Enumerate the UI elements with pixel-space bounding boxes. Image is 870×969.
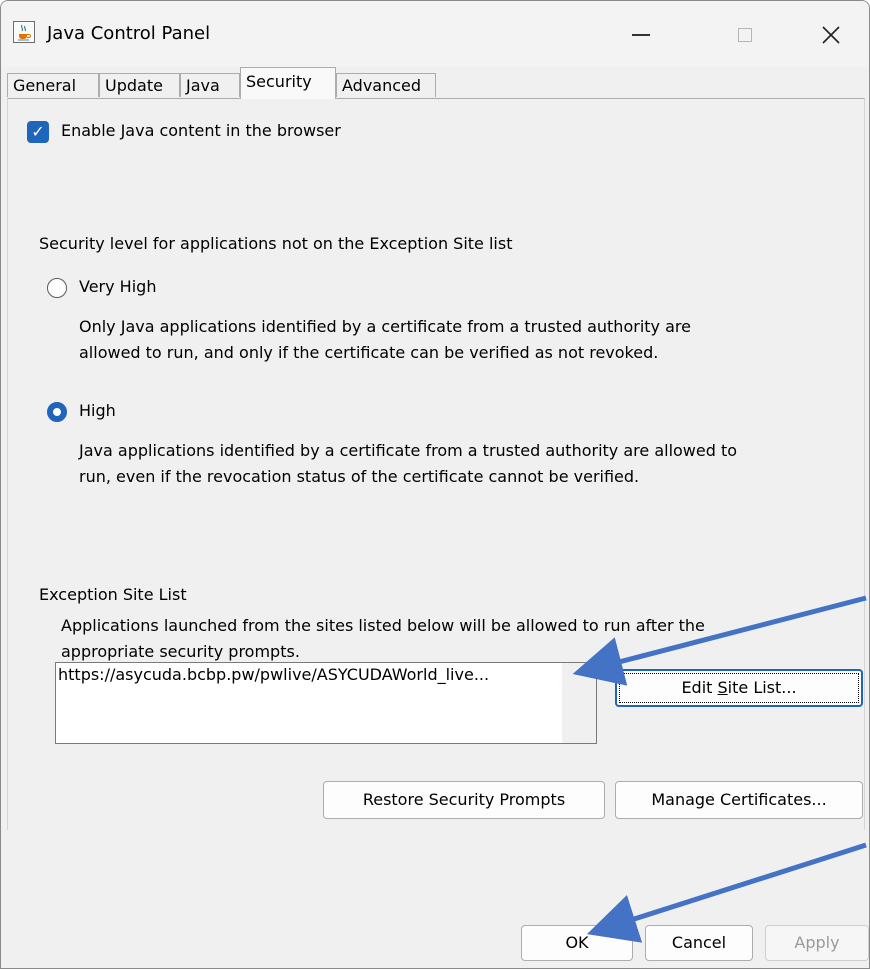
exception-site-list-heading: Exception Site List bbox=[39, 585, 187, 604]
apply-button[interactable]: Apply bbox=[765, 925, 869, 961]
minimize-button[interactable] bbox=[611, 13, 671, 57]
maximize-button[interactable] bbox=[715, 13, 775, 57]
tab-label: General bbox=[13, 76, 77, 95]
high-radio[interactable] bbox=[47, 402, 67, 422]
button-label: Manage Certificates... bbox=[651, 790, 827, 809]
tab-update[interactable]: Update bbox=[99, 73, 180, 97]
description-line: Only Java applications identified by a c… bbox=[79, 317, 691, 336]
tab-general[interactable]: General bbox=[7, 73, 99, 97]
ok-button[interactable]: OK bbox=[521, 925, 633, 961]
button-label: Cancel bbox=[671, 933, 727, 952]
tab-security[interactable]: Security bbox=[240, 67, 336, 99]
list-item[interactable]: https://asycuda.bcbp.pw/pwlive/ASYCUDAWo… bbox=[58, 665, 489, 684]
very-high-radio[interactable] bbox=[47, 278, 67, 298]
button-label: Apply bbox=[794, 933, 840, 952]
edit-site-list-label: Edit Site List... bbox=[619, 673, 859, 703]
description-line: Java applications identified by a certif… bbox=[79, 441, 738, 460]
button-label: OK bbox=[565, 933, 589, 952]
edit-site-list-text: Edit Site List... bbox=[681, 678, 797, 697]
exception-site-list-description: Applications launched from the sites lis… bbox=[61, 613, 705, 665]
security-level-heading: Security level for applications not on t… bbox=[39, 234, 513, 253]
minimize-icon bbox=[632, 34, 650, 36]
close-button[interactable] bbox=[801, 13, 861, 57]
tab-label: Advanced bbox=[342, 76, 422, 95]
tab-label: Security bbox=[246, 72, 312, 91]
list-scroll-area bbox=[562, 663, 596, 743]
very-high-description: Only Java applications identified by a c… bbox=[79, 314, 691, 366]
window-title: Java Control Panel bbox=[47, 23, 211, 44]
tab-label: Java bbox=[186, 76, 220, 95]
description-line: allowed to run, and only if the certific… bbox=[79, 343, 659, 362]
title-bar: Java Control Panel bbox=[1, 1, 869, 67]
java-cup-icon bbox=[13, 21, 35, 43]
description-line: Applications launched from the sites lis… bbox=[61, 616, 705, 635]
tab-label: Update bbox=[105, 76, 163, 95]
tab-advanced[interactable]: Advanced bbox=[336, 73, 436, 97]
edit-site-list-button[interactable]: Edit Site List... bbox=[615, 669, 863, 707]
cancel-button[interactable]: Cancel bbox=[645, 925, 753, 961]
high-description: Java applications identified by a certif… bbox=[79, 438, 737, 490]
maximize-icon bbox=[738, 28, 752, 42]
manage-certificates-button[interactable]: Manage Certificates... bbox=[615, 781, 863, 819]
enable-java-label[interactable]: Enable Java content in the browser bbox=[61, 121, 341, 140]
description-line: run, even if the revocation status of th… bbox=[79, 467, 640, 486]
enable-java-checkbox[interactable]: ✓ bbox=[27, 121, 49, 143]
close-icon bbox=[822, 26, 840, 44]
high-label[interactable]: High bbox=[79, 401, 116, 420]
tab-java[interactable]: Java bbox=[180, 73, 240, 97]
button-label: Restore Security Prompts bbox=[362, 790, 566, 809]
checkmark-icon: ✓ bbox=[31, 122, 45, 141]
restore-security-prompts-button[interactable]: Restore Security Prompts bbox=[323, 781, 605, 819]
java-control-panel-window: Java Control Panel General Update Java S… bbox=[0, 0, 870, 969]
exception-site-list[interactable]: https://asycuda.bcbp.pw/pwlive/ASYCUDAWo… bbox=[55, 662, 597, 744]
very-high-label[interactable]: Very High bbox=[79, 277, 156, 296]
